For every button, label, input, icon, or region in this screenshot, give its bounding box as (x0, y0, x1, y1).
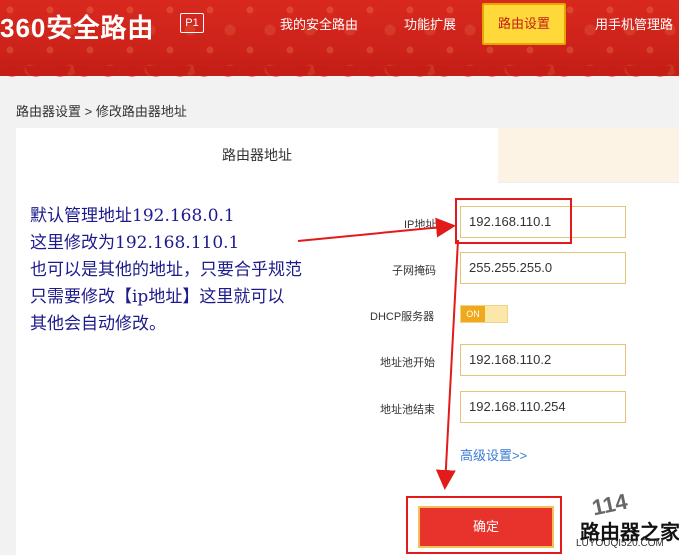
pool-end-label: 地址池结束 (380, 404, 435, 416)
breadcrumb: 路由器设置 > 修改路由器地址 (16, 104, 187, 119)
model-badge: P1 (180, 13, 204, 33)
dhcp-toggle[interactable]: ON (460, 305, 508, 323)
dhcp-toggle-knob: ON (461, 306, 485, 322)
annotation-line: 默认管理地址192.168.0.1 (30, 206, 235, 226)
header-scallop-border (0, 66, 679, 88)
annotation-text: 默认管理地址192.168.0.1 这里修改为192.168.110.1 也可以… (30, 203, 302, 338)
logo: 360安全路由 (0, 13, 155, 43)
confirm-button[interactable]: 确定 (418, 506, 554, 548)
annotation-line: 只需要修改【ip地址】这里就可以 (30, 287, 285, 307)
top-header: 360安全路由 P1 我的安全路由 功能扩展 路由设置 用手机管理路 (0, 0, 679, 76)
pool-start-label: 地址池开始 (380, 357, 435, 369)
subnet-mask-field[interactable]: 255.255.255.0 (460, 252, 626, 284)
annotation-line: 也可以是其他的地址，只要合乎规范 (30, 260, 302, 280)
nav-my-router[interactable]: 我的安全路由 (280, 14, 358, 34)
annotation-line: 其他会自动修改。 (30, 314, 166, 334)
nav-mobile-manage[interactable]: 用手机管理路 (595, 14, 673, 34)
subnet-mask-label: 子网掩码 (392, 265, 436, 277)
ip-label: IP地址 (404, 219, 437, 231)
ip-highlight-box (455, 198, 572, 244)
settings-panel (16, 128, 679, 555)
dhcp-label: DHCP服务器 (370, 311, 435, 323)
annotation-line: 这里修改为192.168.110.1 (30, 233, 240, 253)
nav-router-settings[interactable]: 路由设置 (482, 3, 567, 45)
watermark-url: LUYOUQI520.COM (576, 538, 664, 549)
nav-extensions[interactable]: 功能扩展 (404, 14, 456, 34)
pool-end-field[interactable]: 192.168.110.254 (460, 391, 626, 423)
tab-strip-filler (498, 128, 679, 183)
advanced-settings-link[interactable]: 高级设置>> (460, 445, 527, 464)
pool-start-field[interactable]: 192.168.110.2 (460, 344, 626, 376)
tab-router-address[interactable]: 路由器地址 (16, 128, 498, 182)
